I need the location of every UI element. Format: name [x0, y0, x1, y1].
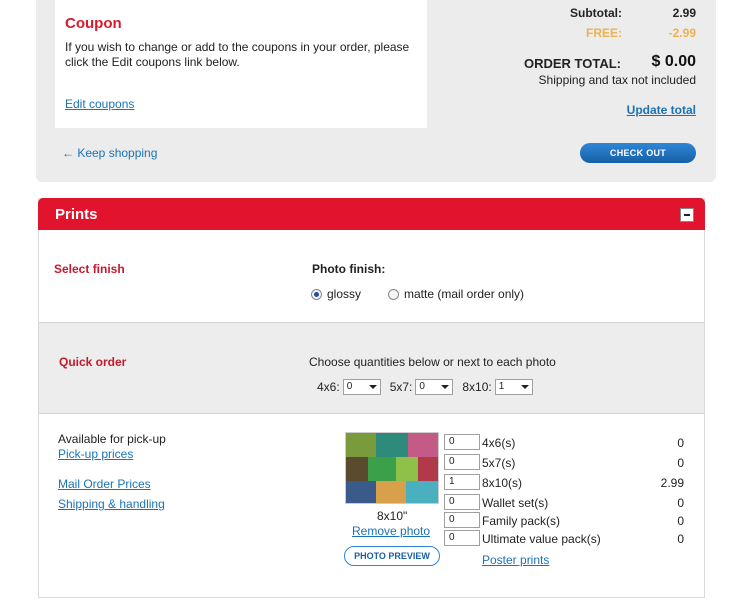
- quantity-row: 0 Family pack(s) 0: [444, 512, 684, 530]
- coupon-title: Coupon: [65, 15, 122, 32]
- quantity-row: 1 8x10(s) 2.99: [444, 474, 684, 492]
- chevron-down-icon: [441, 385, 450, 389]
- free-label: FREE:: [586, 26, 622, 40]
- finish-option-label: matte (mail order only): [404, 287, 525, 301]
- quantity-row: 0 Ultimate value pack(s) 0: [444, 530, 684, 548]
- quantity-row: 0 Wallet set(s) 0: [444, 494, 684, 512]
- pickup-availability: Available for pick-up: [58, 432, 166, 446]
- photo-preview-button[interactable]: PHOTO PREVIEW: [344, 546, 440, 566]
- quantity-price: 0: [677, 436, 684, 450]
- quick-select-5x7[interactable]: 0: [415, 379, 454, 395]
- quick-order-section: Quick order Choose quantities below or n…: [39, 322, 704, 414]
- quantity-input-wallet[interactable]: 0: [444, 494, 480, 510]
- quantity-price: 0: [677, 496, 684, 510]
- shipping-handling-link[interactable]: Shipping & handling: [58, 497, 165, 511]
- quantity-price: 2.99: [660, 476, 684, 490]
- quantity-product-name: Ultimate value pack(s): [482, 532, 601, 546]
- collage-tile: [346, 433, 376, 457]
- quantity-price: 0: [677, 532, 684, 546]
- quick-select-label: 4x6:: [317, 380, 340, 394]
- quantity-product-name: 4x6(s): [482, 436, 516, 450]
- quantity-row: 0 4x6(s) 0: [444, 434, 684, 452]
- pickup-prices-link[interactable]: Pick-up prices: [58, 447, 133, 461]
- quick-select-8x10[interactable]: 1: [494, 379, 533, 395]
- collage-tile: [346, 457, 368, 481]
- prints-header: Prints: [38, 198, 705, 230]
- quick-select-4x6[interactable]: 0: [342, 379, 381, 395]
- quantity-input-ultimate[interactable]: 0: [444, 530, 480, 546]
- collage-tile: [376, 481, 406, 503]
- quantity-input-8x10[interactable]: 1: [444, 474, 480, 490]
- remove-photo-link[interactable]: Remove photo: [352, 524, 430, 538]
- quick-select-label: 8x10:: [462, 380, 492, 394]
- collage-tile: [418, 457, 438, 481]
- radio-glossy[interactable]: [311, 288, 322, 300]
- quantity-input-5x7[interactable]: 0: [444, 454, 480, 470]
- collage-tile: [406, 481, 438, 503]
- finish-option-glossy[interactable]: glossy: [311, 287, 361, 301]
- select-finish-label: Select finish: [54, 262, 125, 276]
- select-value: 0: [419, 381, 425, 392]
- cart-summary-panel: Coupon If you wish to change or add to t…: [36, 0, 716, 182]
- quantity-product-name: Family pack(s): [482, 514, 561, 528]
- quantity-product-name: 5x7(s): [482, 456, 516, 470]
- coupon-box: Coupon If you wish to change or add to t…: [55, 0, 427, 128]
- finish-section: Select finish Photo finish: glossy matte…: [39, 230, 704, 322]
- quick-order-selects: 4x6: 0 5x7: 0 8x10: 1: [317, 379, 542, 395]
- order-total-label: ORDER TOTAL:: [523, 56, 621, 71]
- prints-title: Prints: [55, 206, 98, 223]
- select-value: 0: [346, 381, 353, 392]
- photo-finish-title: Photo finish:: [312, 262, 386, 276]
- keep-shopping-link[interactable]: ← Keep shopping: [62, 146, 157, 160]
- chevron-down-icon: [520, 385, 529, 389]
- quantity-price: 0: [677, 514, 684, 528]
- update-total-link[interactable]: Update total: [627, 103, 696, 117]
- free-value: -2.99: [668, 26, 696, 40]
- quantity-input-4x6[interactable]: 0: [444, 434, 480, 450]
- collage-tile: [396, 457, 418, 481]
- shipping-tax-note: Shipping and tax not included: [538, 73, 696, 87]
- order-total-value: $ 0.00: [651, 53, 696, 70]
- subtotal-label: Subtotal:: [570, 6, 622, 20]
- radio-matte[interactable]: [388, 288, 399, 300]
- collage-tile: [376, 433, 408, 457]
- collage-tile: [368, 457, 396, 481]
- subtotal-value: 2.99: [672, 6, 696, 20]
- coupon-description: If you wish to change or add to the coup…: [65, 40, 410, 69]
- checkout-button[interactable]: CHECK OUT: [580, 143, 696, 163]
- quick-order-label: Quick order: [59, 355, 127, 369]
- chevron-down-icon: [368, 385, 377, 389]
- quantity-product-name: Wallet set(s): [482, 496, 549, 510]
- collapse-icon[interactable]: [680, 208, 694, 222]
- quantity-product-name: 8x10(s): [482, 476, 523, 490]
- collage-tile: [346, 481, 376, 503]
- order-totals: Subtotal: 2.99 FREE: -2.99 ORDER TOTAL: …: [436, 0, 696, 130]
- quantity-input-family[interactable]: 0: [444, 512, 480, 528]
- quick-order-description: Choose quantities below or next to each …: [309, 355, 556, 369]
- mail-order-prices-link[interactable]: Mail Order Prices: [58, 477, 151, 491]
- finish-option-matte[interactable]: matte (mail order only): [388, 287, 524, 301]
- quick-select-label: 5x7:: [389, 380, 413, 394]
- quantity-row: 0 5x7(s) 0: [444, 454, 684, 472]
- select-value: 1: [498, 381, 505, 392]
- quantity-price: 0: [677, 456, 684, 470]
- finish-option-label: glossy: [327, 287, 362, 301]
- photo-size-caption: 8x10": [377, 509, 408, 523]
- collage-tile: [408, 433, 438, 457]
- poster-prints-link[interactable]: Poster prints: [482, 553, 549, 567]
- photo-thumbnail[interactable]: [345, 432, 439, 504]
- edit-coupons-link[interactable]: Edit coupons: [65, 97, 134, 111]
